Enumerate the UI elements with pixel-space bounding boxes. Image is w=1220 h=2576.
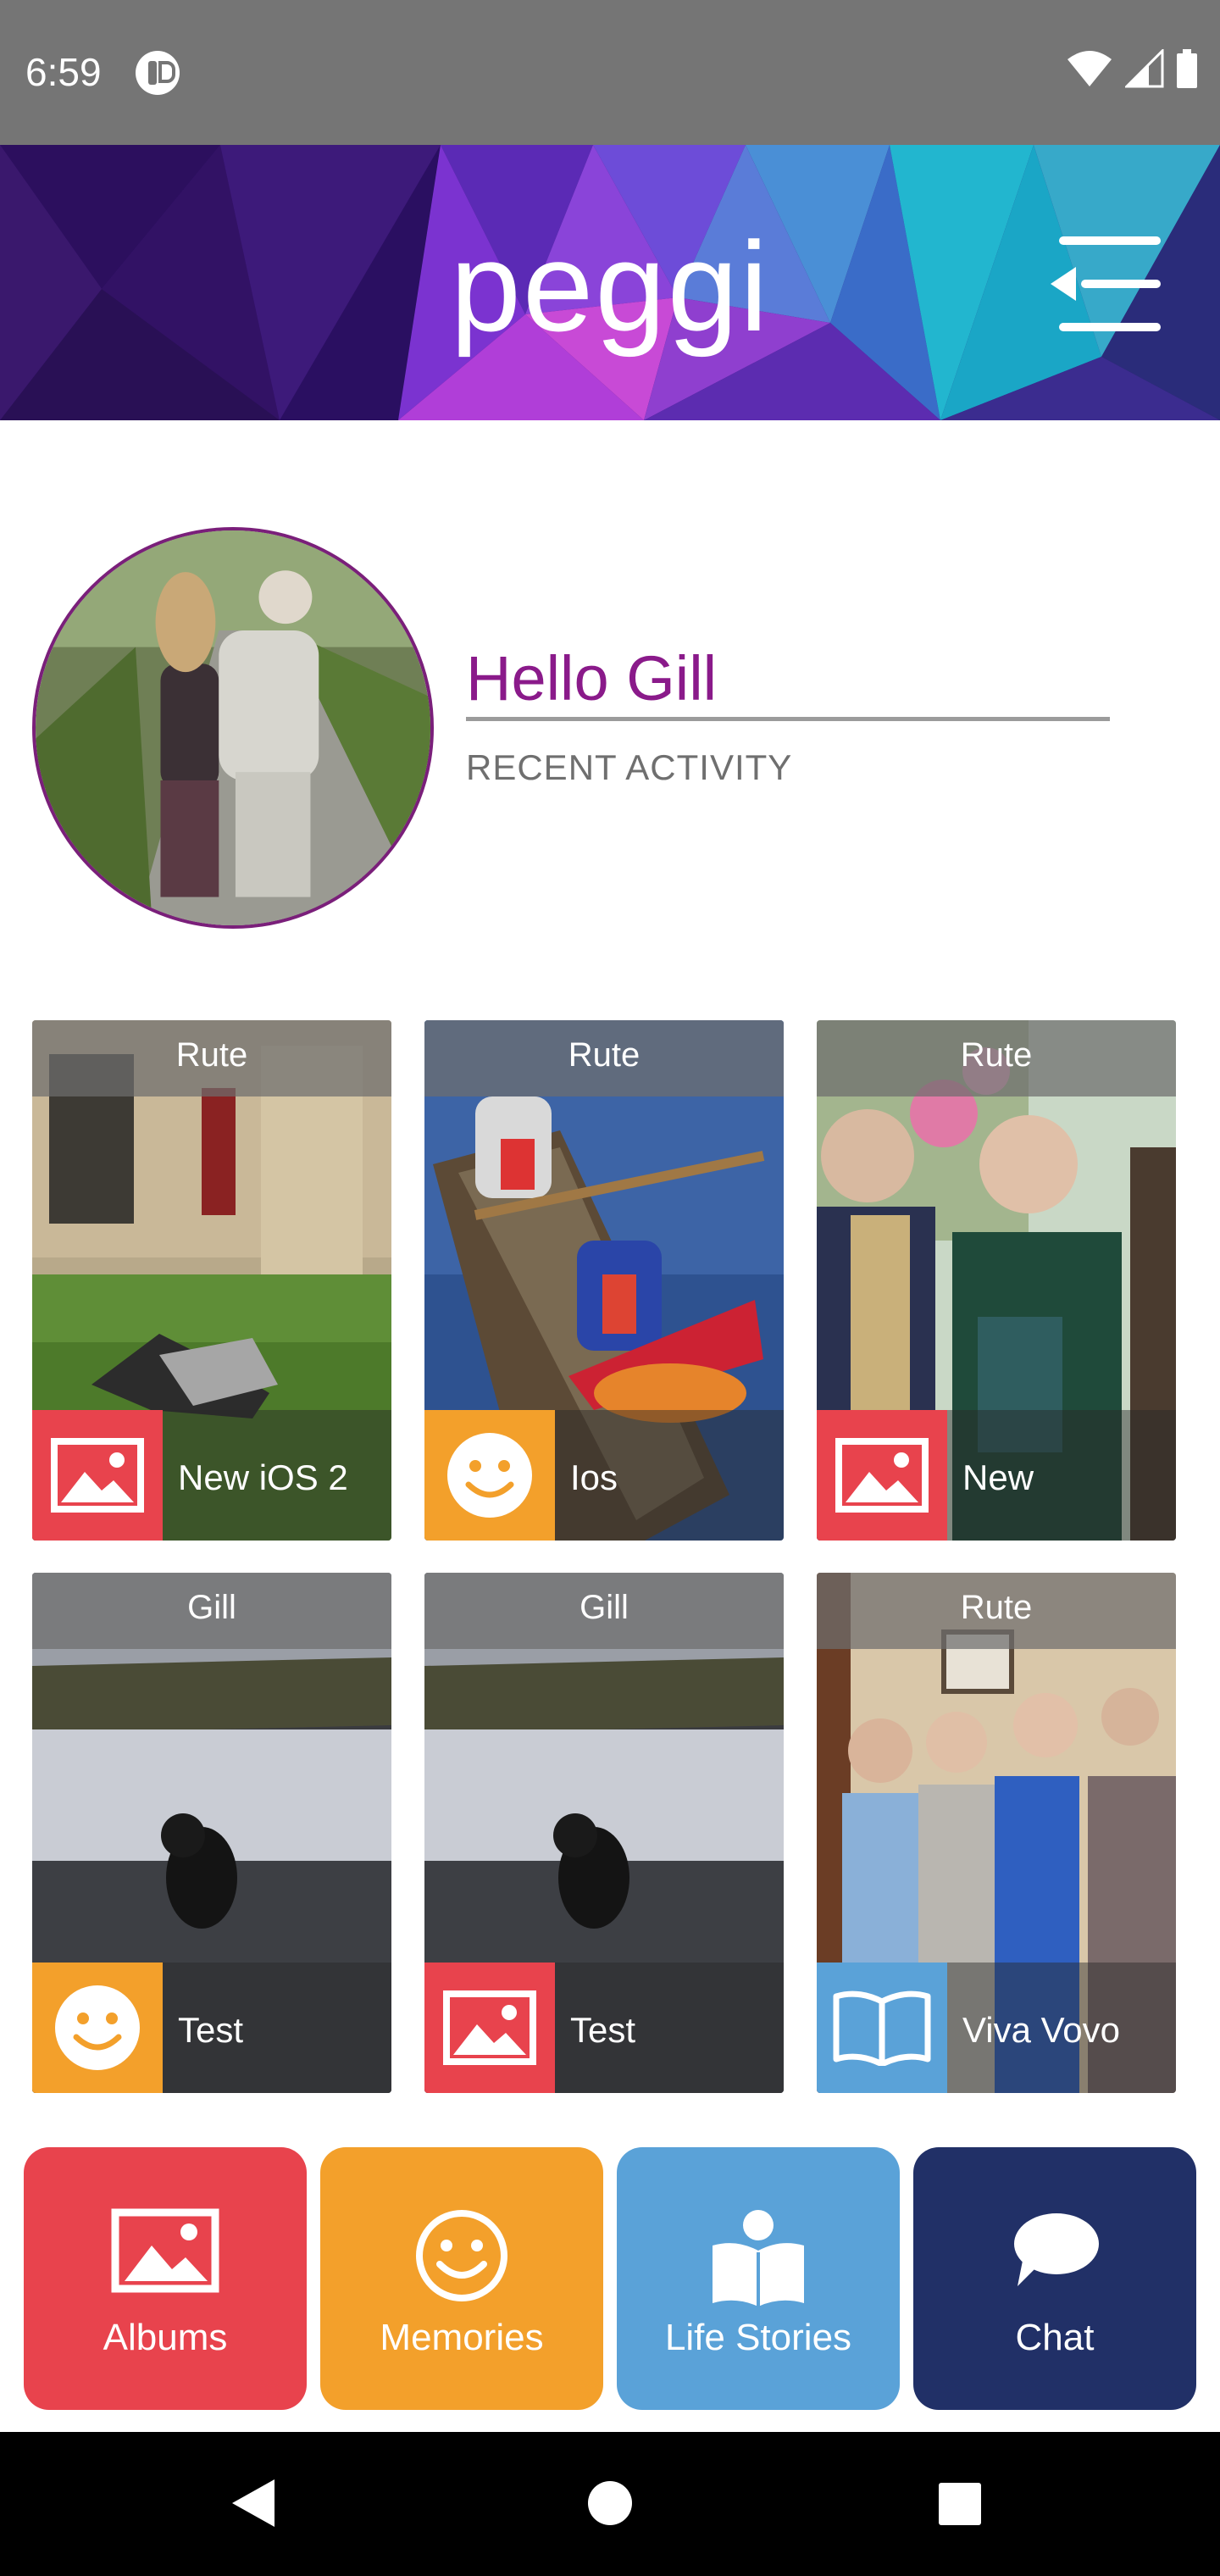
smiley-icon: [447, 1433, 532, 1518]
cell-signal-icon: [1125, 49, 1164, 88]
tile-caption: Viva Vovo: [962, 2010, 1121, 2050]
activity-tile[interactable]: Rute New: [817, 1020, 1176, 1541]
tile-owner: Gill: [424, 1573, 784, 1649]
tile-owner: Rute: [32, 1020, 391, 1096]
image-icon: [51, 1438, 144, 1513]
avatar[interactable]: [32, 527, 434, 929]
life-stories-label: Life Stories: [664, 2317, 852, 2358]
tile-owner: Gill: [32, 1573, 391, 1649]
activity-tile[interactable]: Rute New iOS 2: [32, 1020, 391, 1541]
chat-bubble-icon: [1014, 2213, 1099, 2286]
tile-owner: Rute: [817, 1573, 1176, 1649]
album-badge: [817, 1410, 947, 1541]
albums-label: Albums: [103, 2317, 228, 2358]
image-icon: [111, 2208, 219, 2293]
tile-caption: Ios: [570, 1457, 618, 1497]
avatar-photo: [36, 530, 430, 925]
tile-owner: Rute: [424, 1020, 784, 1096]
chat-label: Chat: [1015, 2317, 1095, 2358]
greeting: Hello Gill: [466, 643, 718, 713]
book-icon: [833, 1990, 931, 2066]
status-bar: 6:59: [0, 0, 1220, 145]
albums-button[interactable]: Albums: [24, 2147, 307, 2410]
wifi-icon: [1068, 51, 1112, 86]
smiley-icon: [416, 2210, 507, 2301]
menu-collapse-icon[interactable]: [1051, 233, 1169, 335]
memory-badge: [32, 1963, 163, 2093]
life-stories-button[interactable]: Life Stories: [617, 2147, 900, 2410]
reader-book-icon: [713, 2210, 804, 2307]
brand-logo: peggi: [450, 215, 770, 358]
tile-caption: New: [962, 1457, 1034, 1497]
tile-owner: Rute: [817, 1020, 1176, 1096]
activity-tile[interactable]: Gill Test: [424, 1573, 784, 2093]
tile-caption: New iOS 2: [178, 1457, 348, 1497]
album-badge: [32, 1410, 163, 1541]
memory-badge: [424, 1410, 555, 1541]
activity-tile[interactable]: Gill Test: [32, 1573, 391, 2093]
album-badge: [424, 1963, 555, 2093]
image-icon: [835, 1438, 929, 1513]
battery-icon: [1177, 49, 1197, 88]
status-icons: [1066, 49, 1198, 88]
header-banner: peggi: [0, 145, 1220, 420]
smiley-icon: [55, 1985, 140, 2070]
tile-caption: Test: [570, 2010, 636, 2050]
chat-button[interactable]: Chat: [913, 2147, 1196, 2410]
home-icon[interactable]: [588, 2481, 632, 2525]
activity-tile[interactable]: Rute Ios: [424, 1020, 784, 1541]
memories-label: Memories: [380, 2317, 544, 2358]
recent-apps-icon[interactable]: [939, 2483, 981, 2525]
app-notification-icon: [136, 51, 180, 95]
recent-activity-heading: RECENT ACTIVITY: [466, 747, 793, 787]
back-icon[interactable]: [230, 2478, 276, 2529]
activity-tile[interactable]: Rute Viva Vovo: [817, 1573, 1176, 2093]
system-navigation-bar: [0, 2432, 1220, 2576]
status-time: 6:59: [25, 50, 102, 94]
tile-caption: Test: [178, 2010, 244, 2050]
greeting-divider: [466, 717, 1110, 721]
memories-button[interactable]: Memories: [320, 2147, 603, 2410]
life-story-badge: [817, 1963, 947, 2093]
image-icon: [443, 1990, 536, 2065]
